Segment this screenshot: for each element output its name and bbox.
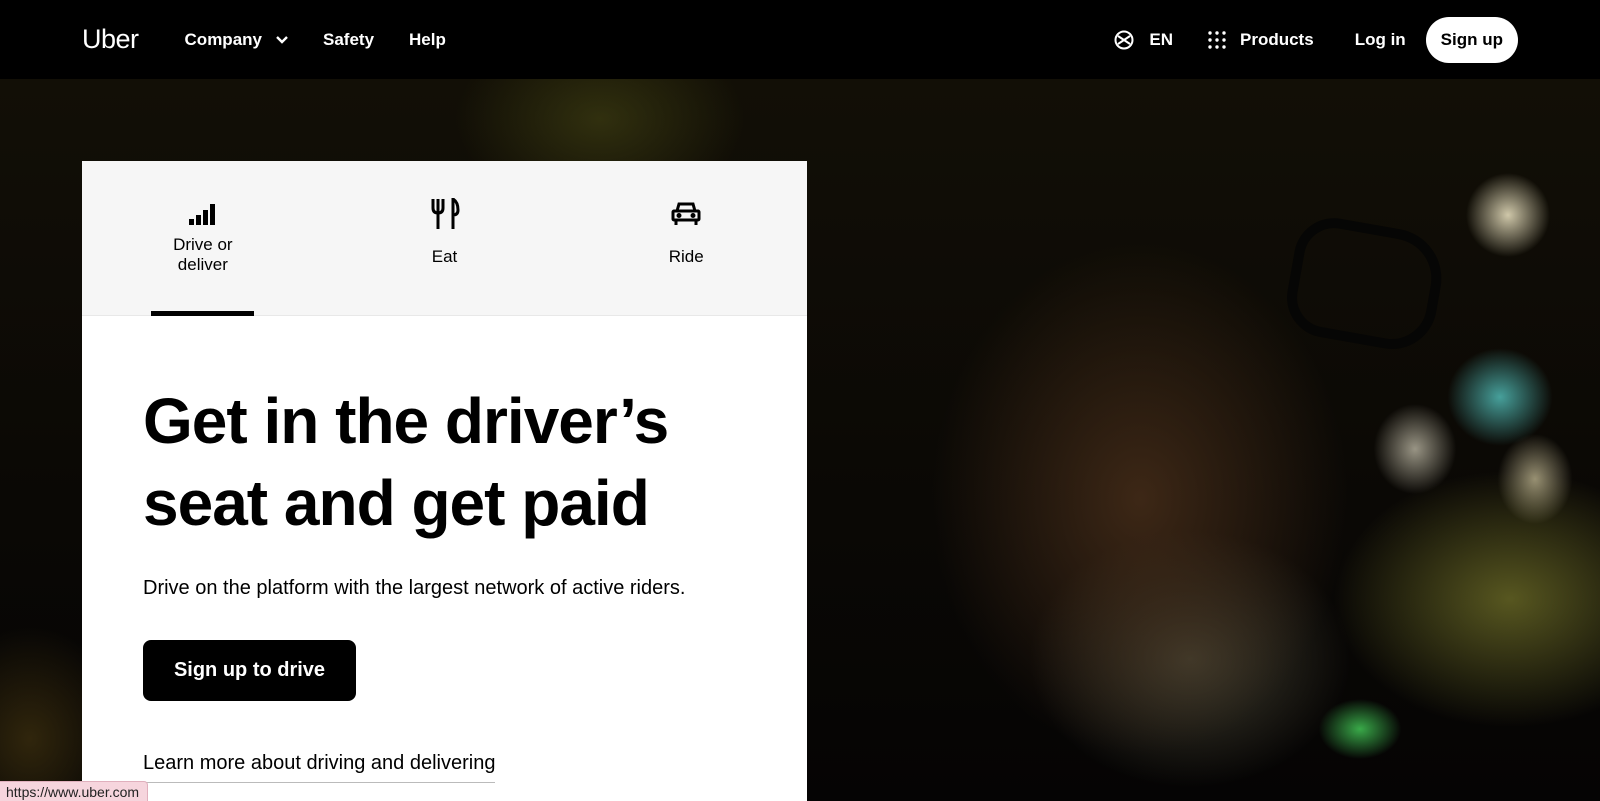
nav-company[interactable]: Company — [185, 30, 288, 50]
signal-bars-icon — [188, 197, 217, 231]
eyeglasses-shape — [1280, 211, 1450, 357]
hero-subtitle: Drive on the platform with the largest n… — [143, 577, 686, 599]
chevron-down-icon — [276, 35, 288, 44]
top-navigation: Uber Company Safety Help EN Products Log… — [0, 0, 1600, 79]
category-tabs: Drive or deliver Eat Ride — [82, 161, 807, 316]
link-status-bar: https://www.uber.com — [0, 781, 149, 801]
login-link[interactable]: Log in — [1355, 30, 1406, 50]
learn-more-link[interactable]: Learn more about driving and delivering — [143, 752, 496, 783]
nav-right-group: EN Products Log in Sign up — [1114, 16, 1518, 63]
nav-help[interactable]: Help — [409, 30, 446, 50]
tab-drive-label: Drive or deliver — [173, 235, 233, 274]
language-selector[interactable]: EN — [1114, 30, 1173, 50]
page-title: Get in the driver’s seat and get paid — [143, 385, 669, 539]
grid-dots-icon — [1208, 30, 1226, 49]
sign-up-to-drive-button[interactable]: Sign up to drive — [143, 640, 356, 701]
tab-ride-label: Ride — [668, 247, 704, 266]
hero-card: Drive or deliver Eat Ride Get in the dri… — [82, 161, 807, 801]
signup-button[interactable]: Sign up — [1425, 16, 1518, 63]
tab-eat[interactable]: Eat — [324, 161, 566, 315]
products-label: Products — [1240, 29, 1314, 49]
car-icon — [671, 197, 701, 231]
active-tab-indicator — [151, 311, 254, 316]
nav-safety[interactable]: Safety — [323, 30, 374, 50]
products-menu[interactable]: Products — [1208, 30, 1314, 50]
globe-icon — [1114, 30, 1134, 50]
uber-logo[interactable]: Uber — [82, 24, 139, 55]
language-label: EN — [1149, 29, 1173, 49]
nav-company-label: Company — [184, 29, 262, 49]
fork-knife-icon — [430, 197, 460, 231]
tab-drive-or-deliver[interactable]: Drive or deliver — [82, 161, 324, 316]
tab-ride[interactable]: Ride — [565, 161, 807, 315]
tab-eat-label: Eat — [431, 247, 458, 266]
hero-content: Get in the driver’s seat and get paid Dr… — [82, 316, 807, 783]
